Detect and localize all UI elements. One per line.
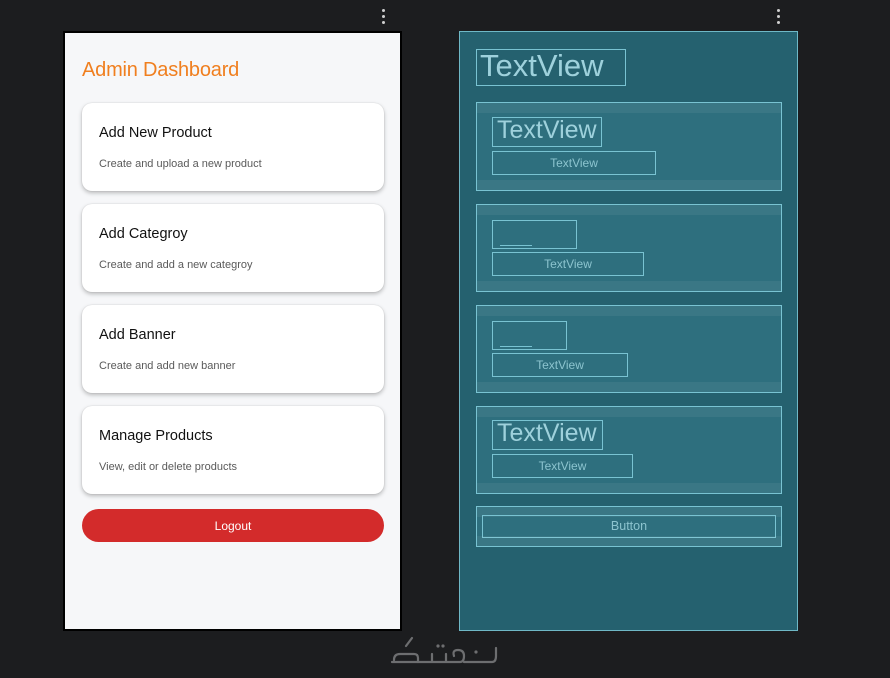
blueprint-preview: TextView TextView TextView TextView Text…: [459, 31, 798, 631]
card-subtitle: View, edit or delete products: [99, 461, 237, 473]
more-vert-icon[interactable]: [382, 9, 386, 27]
card-title: Add New Product: [99, 125, 212, 141]
card-title: Manage Products: [99, 428, 213, 444]
blueprint-card-title: [492, 321, 567, 350]
logout-button[interactable]: Logout: [82, 509, 384, 542]
card-subtitle: Create and add a new categroy: [99, 259, 253, 271]
blueprint-card-subtitle: TextView: [492, 454, 633, 478]
card-title: Add Categroy: [99, 226, 188, 242]
blueprint-button-container[interactable]: Button: [476, 506, 782, 547]
card-add-banner[interactable]: Add Banner Create and add new banner: [82, 305, 384, 393]
card-title: Add Banner: [99, 327, 176, 343]
blueprint-card-1[interactable]: TextView TextView: [476, 102, 782, 191]
blueprint-card-subtitle: TextView: [492, 252, 644, 276]
page-title: Admin Dashboard: [82, 59, 240, 81]
blueprint-button[interactable]: Button: [482, 515, 776, 538]
card-manage-products[interactable]: Manage Products View, edit or delete pro…: [82, 406, 384, 494]
blueprint-card-4[interactable]: TextView TextView: [476, 406, 782, 494]
blueprint-card-subtitle: TextView: [492, 151, 656, 175]
card-add-category[interactable]: Add Categroy Create and add a new categr…: [82, 204, 384, 292]
blueprint-title-textview[interactable]: TextView: [476, 49, 626, 86]
card-add-new-product[interactable]: Add New Product Create and upload a new …: [82, 103, 384, 191]
blueprint-card-subtitle: TextView: [492, 353, 628, 377]
blueprint-card-title: TextView: [492, 117, 602, 147]
blueprint-card-3[interactable]: TextView: [476, 305, 782, 393]
blueprint-card-title: [492, 220, 577, 249]
blueprint-card-title: TextView: [492, 420, 603, 450]
card-subtitle: Create and add new banner: [99, 360, 236, 372]
watermark-logo: [390, 636, 498, 664]
design-preview: Admin Dashboard Add New Product Create a…: [63, 31, 402, 631]
card-subtitle: Create and upload a new product: [99, 158, 262, 170]
blueprint-card-2[interactable]: TextView: [476, 204, 782, 292]
more-vert-icon[interactable]: [777, 9, 781, 27]
